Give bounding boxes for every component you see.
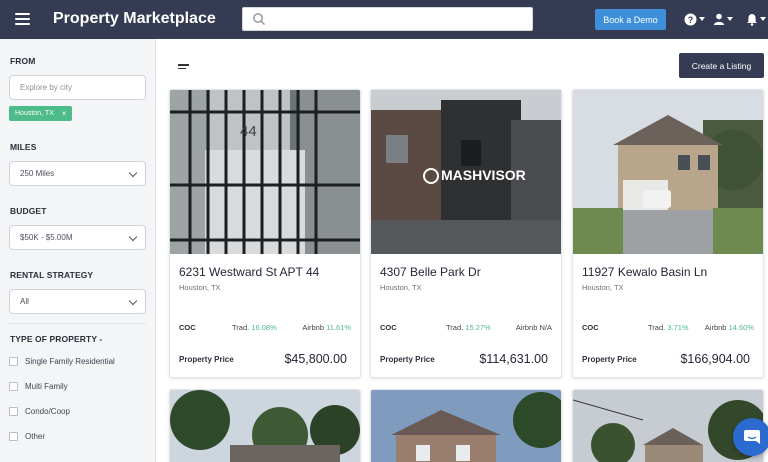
listing-address[interactable]: 6231 Westward St APT 44 — [179, 265, 319, 279]
chevron-down-icon — [128, 296, 138, 306]
chevron-down-icon — [128, 168, 138, 178]
listing-price: $45,800.00 — [284, 352, 347, 366]
bell-icon — [747, 13, 757, 26]
trad-value: 3.71% — [667, 323, 689, 332]
miles-label: MILES — [10, 142, 37, 152]
property-type-option[interactable]: Condo/Coop — [9, 407, 70, 416]
miles-select[interactable]: 250 Miles — [9, 161, 146, 186]
chevron-down-icon — [760, 17, 766, 21]
chat-icon — [744, 430, 760, 444]
coc-label: COC — [179, 323, 196, 332]
option-label: Other — [25, 432, 46, 441]
checkbox[interactable] — [9, 382, 18, 391]
listing-card[interactable] — [169, 389, 361, 462]
listing-card[interactable]: MASHVISOR 4307 Belle Park Dr Houston, TX… — [370, 89, 562, 378]
property-type-option[interactable]: Multi Family — [9, 382, 68, 391]
price-label: Property Price — [179, 355, 234, 364]
trad-label: Trad. — [446, 323, 464, 332]
property-type-option[interactable]: Single Family Residential — [9, 357, 115, 366]
budget-value: $50K - $5.00M — [20, 233, 73, 242]
listing-address[interactable]: 11927 Kewalo Basin Ln — [582, 265, 707, 279]
listing-address[interactable]: 4307 Belle Park Dr — [380, 265, 481, 279]
chevron-down-icon — [128, 232, 138, 242]
airbnb-value: 14.60% — [728, 323, 754, 332]
airbnb-value: 11.61% — [326, 323, 351, 332]
listing-photo[interactable]: 44 — [170, 90, 360, 254]
help-menu[interactable]: ? — [684, 12, 705, 26]
top-bar: Property Marketplace Book a Demo ? — [0, 0, 768, 39]
property-type-label: TYPE OF PROPERTY - — [10, 334, 103, 344]
book-demo-button[interactable]: Book a Demo — [595, 9, 666, 30]
divider — [9, 323, 146, 324]
option-label: Multi Family — [25, 382, 68, 391]
mashvisor-watermark: MASHVISOR — [441, 167, 526, 183]
listing-photo[interactable] — [573, 390, 763, 462]
chat-support-button[interactable] — [733, 418, 768, 456]
menu-icon[interactable] — [15, 13, 30, 25]
city-search-input[interactable]: Explore by city — [9, 75, 146, 100]
miles-value: 250 Miles — [20, 169, 55, 178]
listing-photo[interactable] — [371, 390, 561, 462]
airbnb-return: Airbnb 11.61% — [302, 323, 351, 332]
airbnb-return: Airbnb N/A — [516, 323, 552, 332]
coc-label: COC — [582, 323, 599, 332]
create-listing-button[interactable]: Create a Listing — [679, 53, 764, 78]
listing-city: Houston, TX — [179, 283, 221, 292]
airbnb-value: N/A — [539, 323, 552, 332]
listing-city: Houston, TX — [380, 283, 422, 292]
listing-photo[interactable] — [573, 90, 763, 254]
listing-photo[interactable]: MASHVISOR — [371, 90, 561, 254]
listing-city: Houston, TX — [582, 283, 624, 292]
chip-label: Houston, TX — [15, 110, 54, 117]
listing-photo[interactable] — [170, 390, 360, 462]
price-label: Property Price — [380, 355, 435, 364]
budget-select[interactable]: $50K - $5.00M — [9, 225, 146, 250]
airbnb-label: Airbnb — [704, 323, 727, 332]
listing-card[interactable] — [370, 389, 562, 462]
svg-text:?: ? — [688, 15, 694, 25]
trad-return: Trad. 15.27% — [446, 323, 491, 332]
listing-price: $166,904.00 — [680, 352, 750, 366]
listing-card[interactable]: 11927 Kewalo Basin Ln Houston, TX COC Tr… — [572, 89, 764, 378]
airbnb-return: Airbnb 14.60% — [705, 323, 754, 332]
from-label: FROM — [10, 56, 36, 66]
chevron-down-icon — [699, 17, 705, 21]
app-title: Property Marketplace — [53, 10, 216, 27]
user-menu[interactable] — [713, 12, 733, 26]
checkbox[interactable] — [9, 357, 18, 366]
rental-strategy-value: All — [20, 297, 29, 306]
search-input[interactable] — [242, 7, 533, 31]
filter-sidebar: FROM Explore by city Houston, TX × MILES… — [0, 39, 156, 462]
option-label: Condo/Coop — [25, 407, 70, 416]
user-icon — [713, 13, 725, 25]
city-filter-chip[interactable]: Houston, TX × — [9, 106, 73, 121]
coc-label: COC — [380, 323, 397, 332]
rental-strategy-label: RENTAL STRATEGY — [10, 270, 94, 280]
help-icon: ? — [684, 13, 697, 25]
price-label: Property Price — [582, 355, 637, 364]
checkbox[interactable] — [9, 432, 18, 441]
listing-card[interactable]: 44 6231 Westward St APT 44 Houston, TX C… — [169, 89, 361, 378]
trad-value: 15.27% — [465, 323, 491, 332]
budget-label: BUDGET — [10, 206, 47, 216]
close-icon[interactable]: × — [62, 109, 67, 118]
sort-icon[interactable] — [178, 64, 189, 71]
trad-label: Trad. — [648, 323, 666, 332]
airbnb-label: Airbnb — [302, 323, 325, 332]
rental-strategy-select[interactable]: All — [9, 289, 146, 314]
notifications-menu[interactable] — [746, 12, 766, 26]
trad-return: Trad. 16.08% — [232, 323, 277, 332]
listing-price: $114,631.00 — [479, 352, 548, 366]
property-type-option[interactable]: Other — [9, 432, 45, 441]
trad-value: 16.08% — [251, 323, 277, 332]
svg-text:44: 44 — [240, 123, 257, 140]
option-label: Single Family Residential — [25, 357, 115, 366]
checkbox[interactable] — [9, 407, 18, 416]
airbnb-label: Airbnb — [515, 323, 538, 332]
search-icon — [253, 13, 265, 25]
trad-label: Trad. — [232, 323, 250, 332]
trad-return: Trad. 3.71% — [648, 323, 689, 332]
chevron-down-icon — [727, 17, 733, 21]
